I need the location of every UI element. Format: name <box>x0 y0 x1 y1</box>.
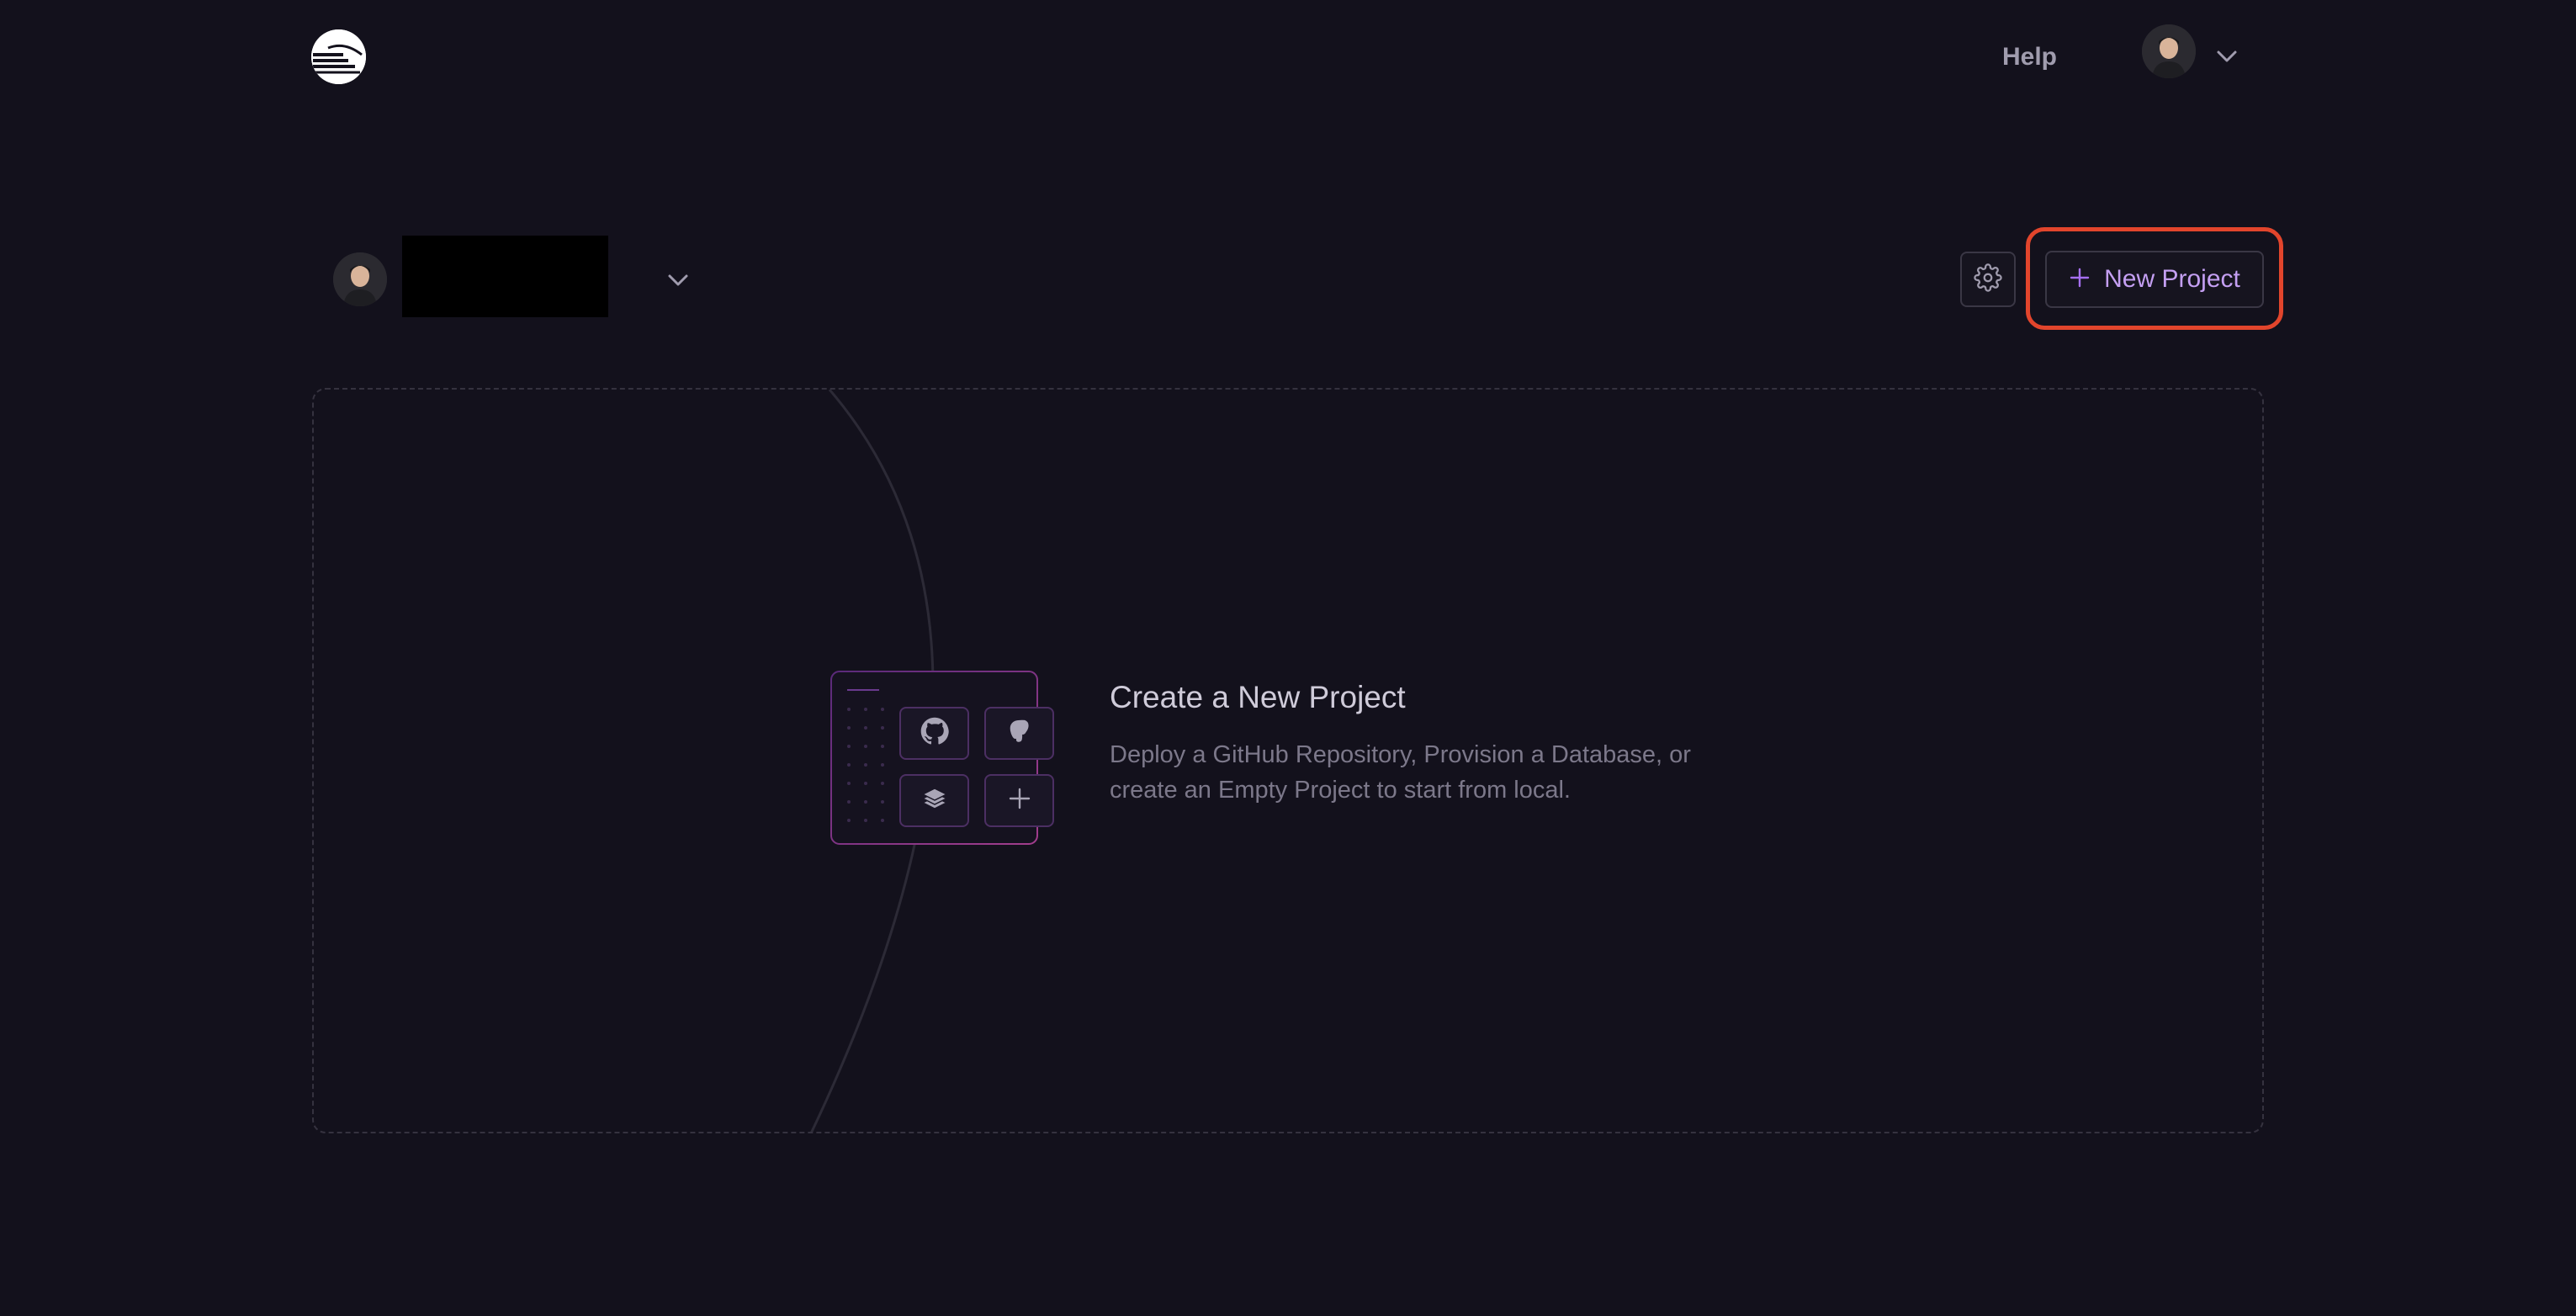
avatar[interactable] <box>2142 24 2196 78</box>
workspace-avatar[interactable] <box>333 252 387 306</box>
empty-state-description: Deploy a GitHub Repository, Provision a … <box>1110 741 1691 804</box>
plus-icon <box>1007 786 1032 815</box>
help-link[interactable]: Help <box>2002 37 2057 77</box>
gear-icon <box>1974 263 2002 296</box>
plus-icon <box>2069 267 2091 293</box>
settings-button[interactable] <box>1960 252 2016 307</box>
postgres-icon <box>1006 718 1033 749</box>
github-tile[interactable] <box>899 707 969 760</box>
account-menu-chevron-icon[interactable] <box>2211 40 2243 72</box>
empty-state-title: Create a New Project <box>1110 680 1406 714</box>
github-icon <box>920 717 949 750</box>
workspace-name[interactable] <box>402 236 608 317</box>
workspace-chevron-down-icon[interactable] <box>661 263 695 297</box>
railway-logo-icon[interactable] <box>311 29 366 84</box>
postgres-tile[interactable] <box>984 707 1054 760</box>
empty-project-tile[interactable] <box>984 774 1054 827</box>
new-project-button[interactable]: New Project <box>2045 251 2264 308</box>
new-project-label: New Project <box>2104 265 2240 293</box>
stack-icon <box>920 783 950 818</box>
template-tile[interactable] <box>899 774 969 827</box>
